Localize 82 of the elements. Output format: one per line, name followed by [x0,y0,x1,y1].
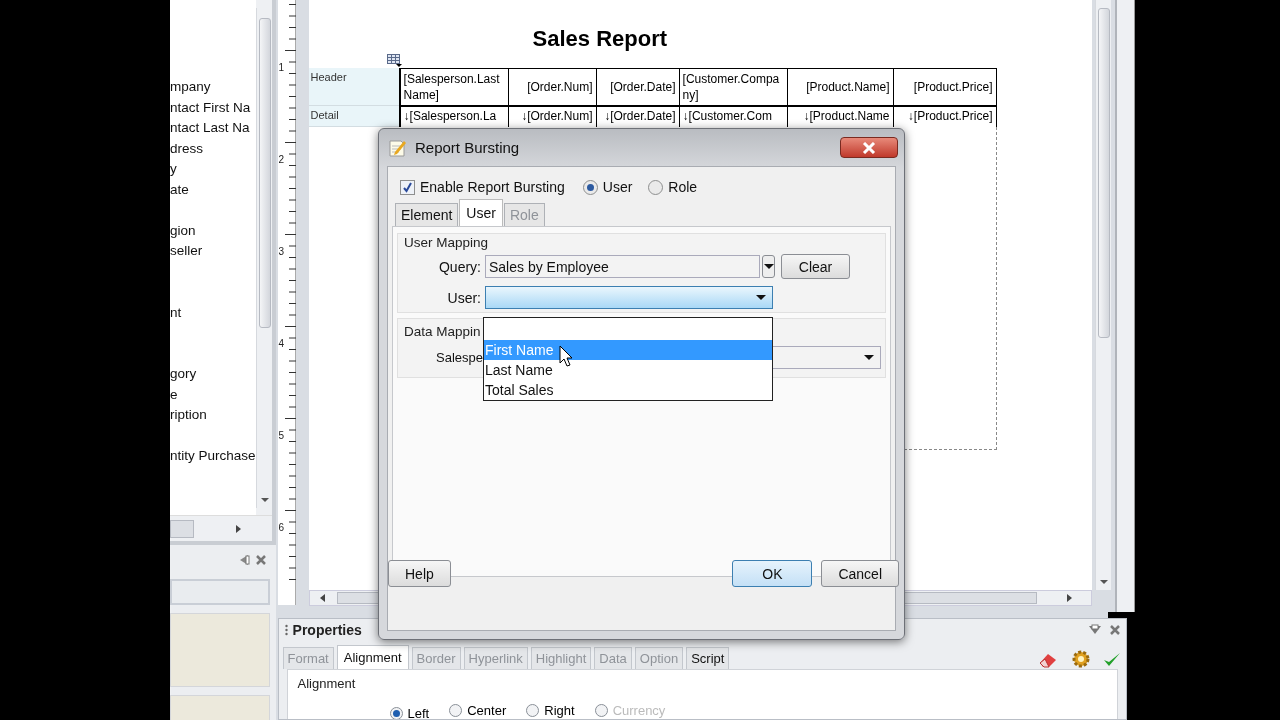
ruler-number: 3 [278,246,285,257]
table-cell[interactable]: [Order.Num] [508,68,597,106]
field-label: Salespe [435,350,484,365]
radio-button[interactable]: User [582,179,633,195]
tab[interactable]: Script [686,647,730,669]
dropdown-option[interactable]: Last Name [484,360,772,380]
tab[interactable]: Alignment [336,645,409,669]
field-list-item[interactable]: gory [170,364,256,385]
close-icon[interactable] [255,555,266,565]
report-title: Sales Report [532,25,668,53]
ruler-number: 2 [278,154,285,165]
query-field[interactable]: Sales by Employee [485,255,760,278]
table-cell[interactable]: ↓[Product.Name [787,106,894,127]
clear-button[interactable]: Clear [781,254,850,279]
field-list-item[interactable]: ate [170,179,256,200]
scroll-down-icon[interactable] [260,498,269,502]
field-list-item[interactable]: y [170,159,256,180]
gear-icon[interactable] [1070,649,1091,669]
radio-button[interactable]: Center [449,703,507,718]
radio-button[interactable]: Left [389,706,430,719]
field-list-item[interactable]: dress [170,138,256,159]
checkbox[interactable]: Enable Report Bursting [400,179,565,195]
scroll-right-icon[interactable] [236,525,241,533]
dialog-title: Report Bursting [415,139,520,156]
table-cell[interactable]: [Product.Name] [787,68,894,106]
mouse-cursor-icon [559,345,573,367]
field-label: Query: [438,258,482,275]
field-list-item[interactable]: seller [170,241,256,262]
dropdown-button[interactable] [762,255,775,278]
dropdown-option[interactable]: Total Sales [484,380,772,400]
radio-button[interactable]: Role [648,179,698,195]
ruler-number: 5 [278,430,285,441]
table-cell[interactable]: [Product.Price] [893,68,997,106]
close-button[interactable] [840,137,898,158]
tab[interactable]: User [459,199,503,226]
grip-icon[interactable] [284,624,288,636]
close-icon [862,141,876,154]
vertical-scrollbar[interactable] [1094,0,1111,590]
table-cell[interactable]: [Customer.Company] [679,68,788,106]
group-label: Alignment [297,676,356,691]
group-label: User Mapping [404,235,490,252]
field-list-item[interactable]: e [170,384,256,405]
field-list-item[interactable]: ntact First Na [170,97,256,118]
table-cell[interactable]: ↓[Customer.Com [679,106,788,127]
horizontal-scrollbar[interactable] [170,515,272,541]
group-label: Data Mappin [404,324,482,341]
field-list-item[interactable]: ription [170,405,256,426]
table-cell[interactable]: [Salesperson.Last Name] [398,68,509,106]
tab[interactable]: Element [395,203,459,226]
table-cell[interactable]: ↓[Product.Price] [893,106,997,127]
field-list-item[interactable]: nt [170,302,256,323]
ruler-number: 1 [278,62,285,73]
ruler-number: 4 [278,338,285,349]
user-dropdown[interactable] [485,286,773,309]
field-list-item[interactable]: ntity Purchase [170,446,256,467]
field-list-item[interactable]: mpany [170,77,256,98]
scroll-thumb[interactable] [170,519,194,538]
band-label: Header [308,68,399,106]
field-label: User: [446,289,482,306]
button[interactable]: Help [388,560,451,587]
check-icon [402,181,413,193]
scroll-thumb[interactable] [1097,8,1110,338]
scroll-right-icon[interactable] [1066,594,1072,602]
ruler-number: 6 [278,522,285,533]
band-label: Detail [308,106,399,127]
field-list-item[interactable]: gion [170,220,256,241]
field-list-item[interactable]: ntact Last Na [170,118,256,139]
table-cell[interactable]: ↓[Order.Num] [508,106,597,127]
radio-button[interactable]: Right [526,703,575,718]
scroll-thumb[interactable] [258,18,271,328]
scroll-down-icon[interactable] [1099,580,1108,584]
button[interactable]: OK [732,560,813,587]
close-icon[interactable] [1109,625,1120,635]
scroll-left-icon[interactable] [319,594,325,602]
button[interactable]: Cancel [821,560,899,587]
eraser-icon[interactable] [1037,651,1058,669]
table-cell[interactable]: [Order.Date] [596,68,680,106]
panel-title: Properties [292,622,362,638]
table-icon[interactable] [386,54,402,67]
notepad-icon [387,137,407,158]
pin-icon[interactable] [1087,624,1102,636]
table-cell[interactable]: ↓[Order.Date] [596,106,680,127]
